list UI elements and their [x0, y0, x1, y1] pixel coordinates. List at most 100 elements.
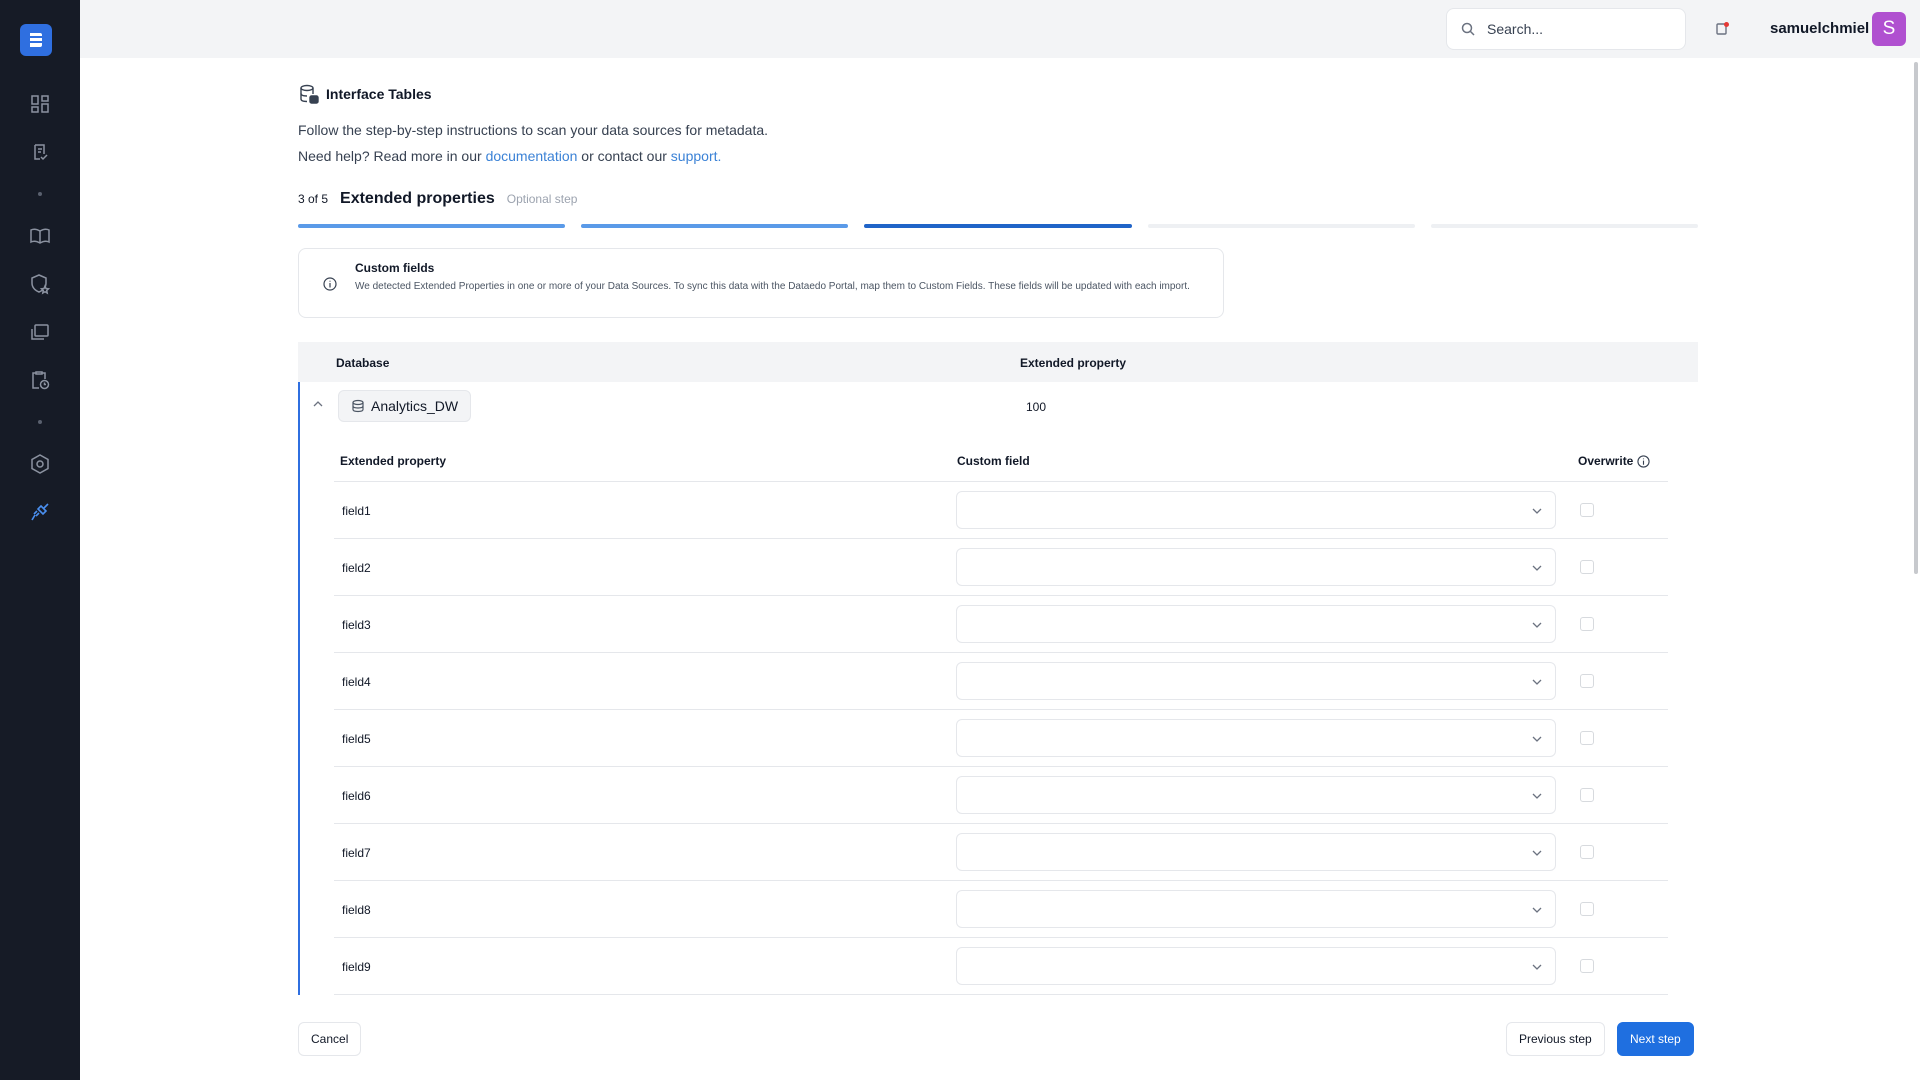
database-section: Analytics_DW 100 Extended property Custo… — [298, 382, 1698, 995]
page-title: Interface Tables — [326, 86, 432, 102]
chevron-up-icon[interactable] — [312, 398, 324, 410]
info-icon — [323, 277, 337, 291]
overwrite-checkbox[interactable] — [1580, 959, 1594, 973]
progress-segment — [581, 224, 849, 228]
extended-property-name: field2 — [342, 561, 371, 575]
extended-property-name: field8 — [342, 903, 371, 917]
intro-text: Follow the step-by-step instructions to … — [298, 122, 769, 138]
chevron-down-icon — [1532, 508, 1542, 514]
table-row: field8 — [334, 881, 1668, 938]
sidebar — [0, 0, 80, 1080]
overwrite-checkbox[interactable] — [1580, 902, 1594, 916]
overwrite-checkbox[interactable] — [1580, 617, 1594, 631]
folders-icon[interactable] — [28, 320, 52, 344]
settings-hexagon-icon[interactable] — [28, 452, 52, 476]
step-progress — [298, 224, 1699, 228]
help-prefix: Need help? Read more in our — [298, 148, 486, 164]
chevron-down-icon — [1532, 679, 1542, 685]
custom-field-select[interactable] — [956, 776, 1556, 814]
chevron-down-icon — [1532, 907, 1542, 913]
book-icon[interactable] — [28, 224, 52, 248]
table-row: field2 — [334, 539, 1668, 596]
custom-field-select[interactable] — [956, 548, 1556, 586]
step-title: Extended properties — [340, 190, 495, 207]
search-box[interactable] — [1446, 8, 1686, 50]
next-step-button[interactable]: Next step — [1617, 1022, 1694, 1056]
dashboard-icon[interactable] — [28, 92, 52, 116]
search-icon — [1461, 22, 1475, 36]
table-row: field3 — [334, 596, 1668, 653]
help-middle: or contact our — [577, 148, 671, 164]
chevron-down-icon — [1532, 736, 1542, 742]
step-header: 3 of 5 Extended properties Optional step — [298, 190, 1698, 212]
table-row: field4 — [334, 653, 1668, 710]
custom-field-select[interactable] — [956, 719, 1556, 757]
shield-star-icon[interactable] — [28, 272, 52, 296]
column-header-extended-property: Extended property — [340, 454, 447, 468]
column-header-overwrite: Overwrite — [1578, 454, 1650, 468]
chevron-down-icon — [1532, 850, 1542, 856]
mapping-table-header: Extended property Custom field Overwrite — [334, 452, 1668, 482]
custom-field-select[interactable] — [956, 890, 1556, 928]
overwrite-checkbox[interactable] — [1580, 845, 1594, 859]
main-content: Interface Tables Follow the step-by-step… — [298, 84, 1699, 995]
overwrite-label: Overwrite — [1578, 454, 1634, 468]
progress-segment — [1430, 224, 1699, 228]
custom-field-select[interactable] — [956, 947, 1556, 985]
clipboard-clock-icon[interactable] — [28, 368, 52, 392]
scrollbar[interactable] — [1914, 62, 1918, 574]
database-chip[interactable]: Analytics_DW — [338, 390, 472, 422]
chevron-down-icon — [1532, 964, 1542, 970]
notice-title: Custom fields — [355, 261, 435, 275]
help-text: Need help? Read more in our documentatio… — [298, 148, 1698, 164]
extended-property-name: field7 — [342, 846, 371, 860]
database-icon — [352, 399, 364, 413]
table-row: field5 — [334, 710, 1668, 767]
cancel-button[interactable]: Cancel — [298, 1022, 362, 1056]
extended-property-name: field6 — [342, 789, 371, 803]
chevron-down-icon — [1532, 622, 1542, 628]
clipboard-check-icon[interactable] — [28, 140, 52, 164]
overwrite-checkbox[interactable] — [1580, 674, 1594, 688]
column-header-extended-property: Extended property — [1020, 356, 1127, 370]
column-header-database: Database — [336, 356, 390, 370]
search-input[interactable] — [1487, 21, 1667, 37]
progress-segment — [864, 224, 1132, 228]
extended-property-name: field4 — [342, 675, 371, 689]
info-icon[interactable] — [1637, 454, 1650, 468]
nav-separator — [38, 192, 42, 196]
top-bar: samuelchmiel S — [80, 0, 1920, 58]
previous-step-button[interactable]: Previous step — [1506, 1022, 1605, 1056]
extended-property-name: field5 — [342, 732, 371, 746]
notification-icon[interactable] — [1714, 20, 1732, 38]
extended-property-name: field9 — [342, 960, 371, 974]
overwrite-checkbox[interactable] — [1580, 503, 1594, 517]
extended-property-name: field1 — [342, 504, 371, 518]
connector-icon[interactable] — [28, 500, 52, 524]
avatar[interactable]: S — [1872, 12, 1906, 46]
custom-field-select[interactable] — [956, 662, 1556, 700]
chevron-down-icon — [1532, 565, 1542, 571]
custom-field-select[interactable] — [956, 491, 1556, 529]
overwrite-checkbox[interactable] — [1580, 731, 1594, 745]
username[interactable]: samuelchmiel — [1770, 20, 1869, 37]
notice-text: We detected Extended Properties in one o… — [355, 281, 1190, 292]
progress-segment — [1147, 224, 1415, 228]
custom-fields-notice: Custom fields We detected Extended Prope… — [298, 248, 1224, 318]
custom-field-select[interactable] — [956, 833, 1556, 871]
nav-separator — [38, 420, 42, 424]
mapping-rows: field1 field2 field3 field4 field5 field6 fiel… — [334, 482, 1668, 995]
extended-property-name: field3 — [342, 618, 371, 632]
table-row: field9 — [334, 938, 1668, 995]
database-tables-icon — [300, 84, 319, 104]
support-link[interactable]: support. — [671, 148, 722, 164]
dataedo-logo-icon[interactable] — [20, 24, 52, 56]
progress-segment — [298, 224, 566, 228]
documentation-link[interactable]: documentation — [486, 148, 578, 164]
extended-property-count: 100 — [1026, 400, 1047, 414]
chevron-down-icon — [1532, 793, 1542, 799]
overwrite-checkbox[interactable] — [1580, 788, 1594, 802]
custom-field-select[interactable] — [956, 605, 1556, 643]
overwrite-checkbox[interactable] — [1580, 560, 1594, 574]
database-table-header: Database Extended property — [298, 342, 1698, 382]
